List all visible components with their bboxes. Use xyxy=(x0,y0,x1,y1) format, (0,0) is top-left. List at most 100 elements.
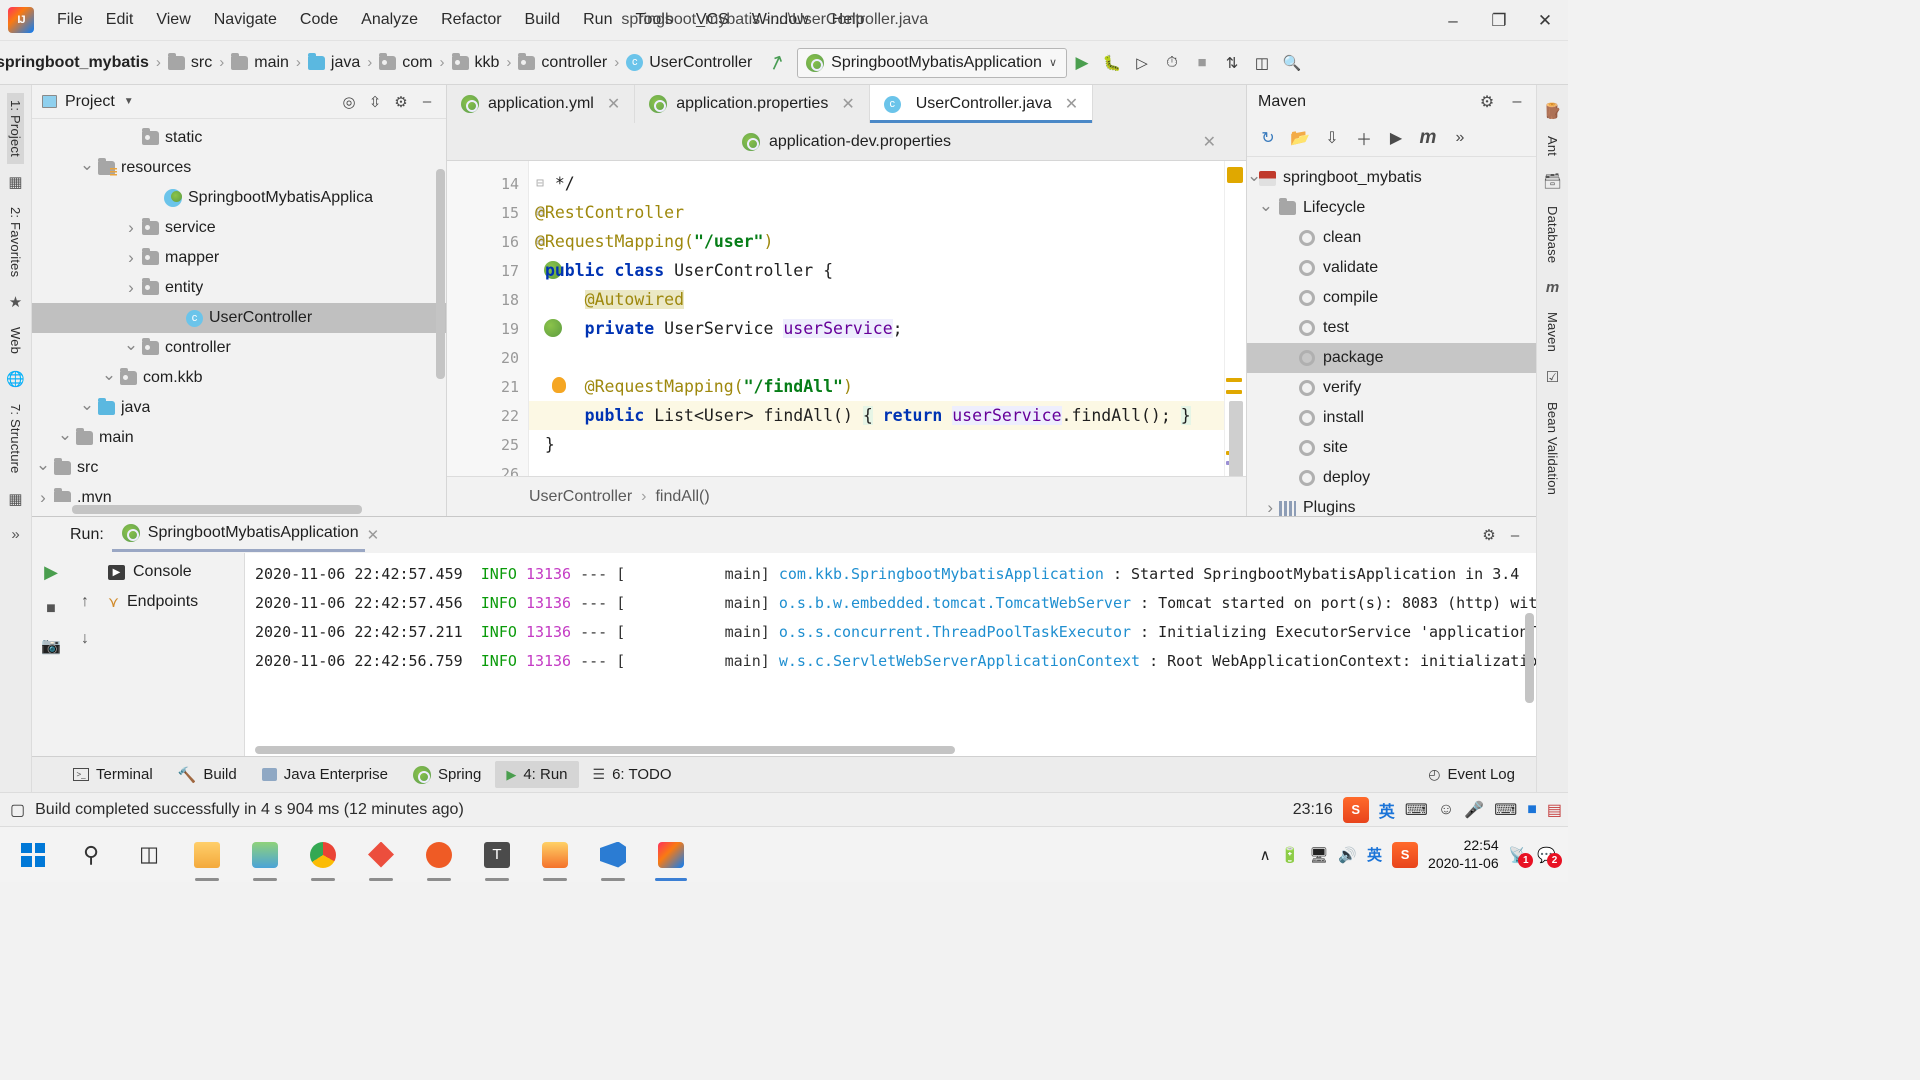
layout-button[interactable]: ◫ xyxy=(1247,48,1277,78)
code-line[interactable]: } xyxy=(529,430,1224,459)
menu-item-build[interactable]: Build xyxy=(514,7,572,33)
project-tree-item[interactable]: controller xyxy=(32,333,446,363)
maven-tree-item[interactable]: package xyxy=(1247,343,1536,373)
menu-item-run[interactable]: Run xyxy=(572,7,623,33)
file-explorer-icon[interactable] xyxy=(178,827,236,883)
maven-tree-item[interactable]: site xyxy=(1247,433,1536,463)
generate-sources-icon[interactable]: 📂 xyxy=(1285,124,1315,152)
breadcrumb-item-src[interactable]: src xyxy=(167,52,212,72)
menu-item-view[interactable]: View xyxy=(145,7,201,33)
expand-twisty-icon[interactable] xyxy=(120,278,142,298)
run-button[interactable]: ▶ xyxy=(1067,48,1097,78)
favorites-star-icon[interactable]: ★ xyxy=(9,293,22,311)
bottom-tab-terminal[interactable]: >_ Terminal xyxy=(62,761,164,788)
code-line[interactable] xyxy=(529,343,1224,372)
close-icon[interactable]: ✕ xyxy=(1203,132,1216,152)
maven-tree-item[interactable]: › Plugins xyxy=(1247,493,1536,516)
close-button[interactable]: ✕ xyxy=(1522,0,1568,41)
maven-tree-item[interactable]: ⌄ springboot_mybatis xyxy=(1247,163,1536,193)
code-line[interactable]: @RequestMapping("/user") xyxy=(529,227,1224,256)
close-icon[interactable]: ✕ xyxy=(1065,94,1078,114)
project-tree-item[interactable]: java xyxy=(32,393,446,423)
code-line[interactable]: public class UserController { xyxy=(529,256,1224,285)
maven-m-icon[interactable]: m xyxy=(1546,279,1559,296)
editor-code[interactable]: */@RestController @RequestMapping("/user"… xyxy=(529,161,1224,476)
ime-indicator[interactable]: 英 xyxy=(1367,844,1382,865)
code-line[interactable]: private UserService userService; xyxy=(529,314,1224,343)
console-vertical-scrollbar[interactable] xyxy=(1525,613,1534,703)
volume-icon[interactable]: 🔊 xyxy=(1338,846,1357,864)
editor-gutter[interactable]: 14⊟15⊟16⊟ 17 18 19 20 21 22⊞ 25 26 xyxy=(447,161,566,476)
rail-tab-favorites[interactable]: 2: Favorites xyxy=(7,200,24,284)
hide-icon[interactable]: – xyxy=(1502,88,1532,116)
stop-button[interactable]: ■ xyxy=(1187,48,1217,78)
menu-item-file[interactable]: File xyxy=(46,7,94,33)
menu-item-edit[interactable]: Edit xyxy=(95,7,145,33)
project-tree-item[interactable]: main xyxy=(32,423,446,453)
run-configuration-selector[interactable]: SpringbootMybatisApplication ∨ xyxy=(797,47,1067,78)
maven-tree-item[interactable]: test xyxy=(1247,313,1536,343)
breadcrumb-item-java[interactable]: java xyxy=(307,52,360,72)
project-tree-item[interactable]: SpringbootMybatisApplica xyxy=(32,183,446,213)
vscode-icon[interactable] xyxy=(584,827,642,883)
project-tree-item[interactable]: resources xyxy=(32,153,446,183)
breadcrumb-item-controller[interactable]: controller xyxy=(518,52,607,72)
editor-vertical-scrollbar[interactable] xyxy=(1229,401,1243,476)
ant-icon[interactable]: 🪵 xyxy=(1543,102,1562,120)
postman-icon[interactable] xyxy=(410,827,468,883)
editor-marker-rail[interactable] xyxy=(1224,161,1246,476)
mic-icon[interactable]: 🎤 xyxy=(1464,800,1484,820)
expand-rail-icon[interactable]: » xyxy=(11,526,19,543)
more-icon[interactable]: » xyxy=(1445,124,1475,152)
task-view-icon[interactable]: ◫ xyxy=(120,827,178,883)
editor-tab-application-dev-properties[interactable]: application-dev.properties xyxy=(741,132,951,151)
breadcrumb-item-kkb[interactable]: kkb xyxy=(451,52,499,72)
status-info-icon[interactable]: ▢ xyxy=(10,800,25,820)
rail-tab-bean-validation[interactable]: Bean Validation xyxy=(1544,395,1561,502)
code-line[interactable]: @RestController xyxy=(529,198,1224,227)
collapse-twisty-icon[interactable]: ⌄ xyxy=(1247,166,1261,186)
keyboard-icon[interactable]: ⌨ xyxy=(1494,800,1517,820)
collapse-twisty-icon[interactable] xyxy=(98,368,120,388)
collapse-all-icon[interactable]: ⇳ xyxy=(362,89,388,115)
project-tree-item[interactable]: src xyxy=(32,453,446,483)
breadcrumb-class[interactable]: UserController xyxy=(529,488,632,506)
console-tab-endpoints[interactable]: ⋎ Endpoints xyxy=(104,587,244,617)
settings-gear-icon[interactable]: ⚙ xyxy=(1472,88,1502,116)
reimport-icon[interactable]: ↻ xyxy=(1253,124,1283,152)
maven-tree[interactable]: ⌄ springboot_mybatis ⌄ Lifecycle clean valida… xyxy=(1247,157,1536,516)
code-line[interactable]: */ xyxy=(529,169,1224,198)
project-vertical-scrollbar[interactable] xyxy=(436,169,445,379)
collapse-twisty-icon[interactable] xyxy=(32,458,54,478)
search-everywhere-button[interactable]: 🔍 xyxy=(1277,48,1307,78)
menu-item-refactor[interactable]: Refactor xyxy=(430,7,512,33)
run-tab-springboot-app[interactable]: SpringbootMybatisApplication xyxy=(111,524,365,552)
notification-icon[interactable]: 💬 2 xyxy=(1537,846,1562,868)
tray-chevron-icon[interactable]: ∧ xyxy=(1260,846,1271,864)
maven-tree-item[interactable]: ⌄ Lifecycle xyxy=(1247,193,1536,223)
console-output[interactable]: 2020-11-06 22:42:57.459 INFO 13136 --- [… xyxy=(244,553,1536,756)
photos-icon[interactable] xyxy=(236,827,294,883)
network-status-icon[interactable]: 📡 1 xyxy=(1509,846,1534,868)
rail-tab-database[interactable]: Database xyxy=(1544,199,1561,270)
emoji-icon[interactable]: ☺ xyxy=(1438,801,1454,819)
sogou-tray-icon[interactable]: S xyxy=(1392,841,1419,868)
expand-twisty-icon[interactable]: › xyxy=(1247,498,1273,516)
project-tree-item[interactable]: entity xyxy=(32,273,446,303)
toolbox-icon[interactable]: ■ xyxy=(1527,801,1537,819)
profile-button[interactable]: ⏱ xyxy=(1157,48,1187,78)
code-editor[interactable]: 14⊟15⊟16⊟ 17 18 19 20 21 22⊞ 25 26 */ @RestContro… xyxy=(447,161,1246,476)
menu-item-code[interactable]: Code xyxy=(289,7,349,33)
settings-gear-icon[interactable]: ⚙ xyxy=(1476,522,1502,548)
download-sources-icon[interactable]: ⇩ xyxy=(1317,124,1347,152)
rail-tab-web[interactable]: Web xyxy=(7,320,24,361)
code-line[interactable] xyxy=(529,459,1224,476)
project-tree-item[interactable]: static xyxy=(32,123,446,153)
bottom-tab-build[interactable]: 🔨 Build xyxy=(167,761,248,789)
display-icon[interactable]: 🖥 xyxy=(1309,846,1328,864)
wps-icon[interactable] xyxy=(526,827,584,883)
expand-twisty-icon[interactable] xyxy=(120,248,142,268)
hide-icon[interactable]: – xyxy=(1502,522,1528,548)
scroll-up-icon[interactable]: ↑ xyxy=(70,587,100,617)
project-horizontal-scrollbar[interactable] xyxy=(72,505,362,514)
